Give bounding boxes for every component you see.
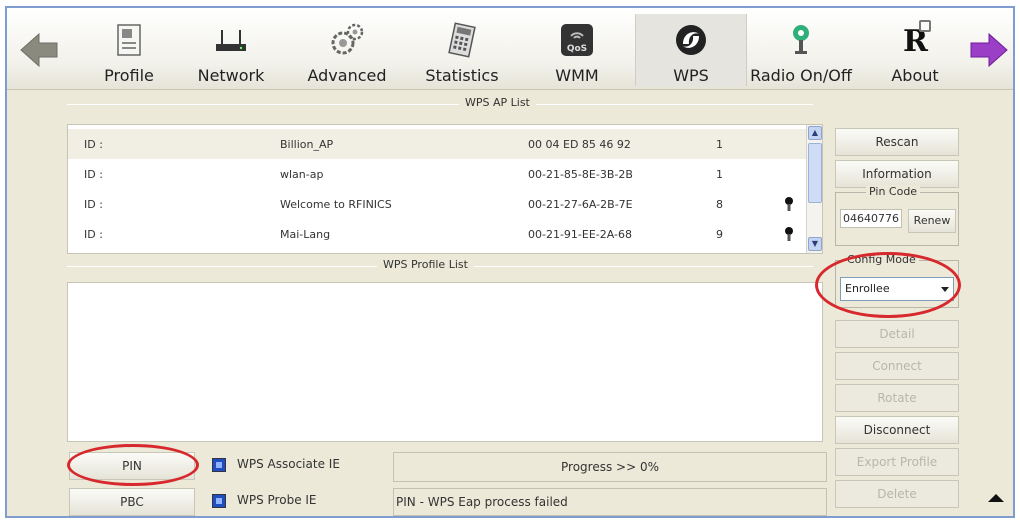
ap-list-group: WPS AP List (57, 96, 813, 112)
profile-list[interactable] (67, 282, 823, 442)
disconnect-button[interactable]: Disconnect (835, 416, 959, 444)
rotate-button[interactable]: Rotate (835, 384, 959, 412)
ap-channel: 9 (716, 228, 723, 241)
toolbar: Profile Network Advanced Statistics QoS … (7, 8, 1013, 90)
ap-bssid: 00 04 ED 85 46 92 (528, 138, 631, 151)
pbc-button[interactable]: PBC (69, 488, 195, 516)
tab-profile-label: Profile (104, 66, 154, 85)
ap-row[interactable]: ID : Mai-Lang 00-21-91-EE-2A-68 9 (68, 219, 806, 249)
ap-ssid: Mai-Lang (280, 228, 331, 241)
ap-bssid: 00-21-85-8E-3B-2B (528, 168, 633, 181)
tab-wps-label: WPS (673, 66, 709, 85)
ap-list-title: WPS AP List (459, 96, 536, 109)
caret-up-icon (988, 494, 1004, 502)
ap-ssid: Billion_AP (280, 138, 334, 151)
config-mode-highlight (815, 252, 961, 318)
tab-wmm-label: WMM (555, 66, 599, 85)
renew-button[interactable]: Renew (908, 209, 956, 233)
delete-button[interactable]: Delete (835, 480, 959, 508)
ap-id: ID : (84, 168, 103, 181)
profile-icon (117, 24, 141, 56)
scroll-down-button[interactable]: ▼ (808, 237, 822, 251)
wps-panel: WPS AP List ID : Billion_AP 00 04 ED 85 … (57, 92, 963, 516)
tab-wmm[interactable]: QoS WMM (529, 14, 625, 86)
forward-arrow-icon[interactable] (969, 30, 1009, 70)
ap-list[interactable]: ID : Billion_AP 00 04 ED 85 46 92 1 ID :… (67, 124, 823, 254)
lock-icon (785, 227, 793, 241)
advanced-icon (331, 23, 364, 55)
status-field: PIN - WPS Eap process failed (393, 488, 827, 516)
lock-icon (785, 197, 793, 211)
profile-list-group: WPS Profile List (57, 258, 813, 274)
tab-statistics-label: Statistics (425, 66, 499, 85)
radio-icon (793, 25, 809, 54)
ap-bssid: 00-21-27-6A-2B-7E (528, 198, 633, 211)
ap-ssid: Welcome to RFINICS (280, 198, 392, 211)
tab-advanced[interactable]: Advanced (295, 14, 399, 86)
app-window: Profile Network Advanced Statistics QoS … (5, 6, 1015, 518)
network-icon (216, 30, 246, 51)
wps-probe-ie-label: WPS Probe IE (237, 493, 317, 507)
connect-button[interactable]: Connect (835, 352, 959, 380)
ap-ssid: wlan-ap (280, 168, 324, 181)
profile-list-title: WPS Profile List (377, 258, 474, 271)
back-arrow-icon[interactable] (19, 30, 59, 70)
wps-associate-ie-checkbox[interactable] (212, 458, 226, 472)
progress-field: Progress >> 0% (393, 452, 827, 482)
tab-advanced-label: Advanced (307, 66, 387, 85)
tab-statistics[interactable]: Statistics (411, 14, 513, 86)
pin-code-group: Pin Code 04640776 Renew (835, 185, 959, 246)
ap-channel: 8 (716, 198, 723, 211)
about-icon: R (901, 20, 937, 60)
tab-about[interactable]: R About (871, 14, 959, 86)
tab-wps[interactable]: WPS (635, 14, 747, 86)
ap-id: ID : (84, 198, 103, 211)
export-profile-button[interactable]: Export Profile (835, 448, 959, 476)
tab-radio[interactable]: Radio On/Off (743, 14, 859, 86)
wmm-icon: QoS (561, 24, 593, 56)
statistics-icon (448, 22, 476, 58)
wps-associate-ie-label: WPS Associate IE (237, 457, 340, 471)
tab-network[interactable]: Network (183, 14, 279, 86)
svg-text:QoS: QoS (567, 44, 587, 54)
wps-icon (676, 25, 706, 55)
information-button[interactable]: Information (835, 160, 959, 188)
ap-channel: 1 (716, 168, 723, 181)
tab-network-label: Network (197, 66, 265, 85)
tab-radio-label: Radio On/Off (750, 66, 852, 85)
ap-id: ID : (84, 228, 103, 241)
pin-code-label: Pin Code (866, 185, 921, 198)
tab-profile[interactable]: Profile (81, 14, 177, 86)
rescan-button[interactable]: Rescan (835, 128, 959, 156)
ap-row[interactable]: ID : Welcome to RFINICS 00-21-27-6A-2B-7… (68, 189, 806, 219)
ap-row[interactable]: ID : Billion_AP 00 04 ED 85 46 92 1 (68, 129, 806, 159)
detail-button[interactable]: Detail (835, 320, 959, 348)
ap-bssid: 00-21-91-EE-2A-68 (528, 228, 633, 241)
pin-code-value: 04640776 (840, 209, 902, 228)
ap-row[interactable]: ID : wlan-ap 00-21-85-8E-3B-2B 1 (68, 159, 806, 189)
ap-list-scrollbar[interactable]: ▲ ▼ (806, 125, 822, 253)
scroll-thumb[interactable] (808, 143, 822, 203)
wps-probe-ie-checkbox[interactable] (212, 494, 226, 508)
ap-id: ID : (84, 138, 103, 151)
scroll-up-button[interactable]: ▲ (808, 126, 822, 140)
tab-about-label: About (891, 66, 939, 85)
pin-highlight (67, 444, 199, 486)
ap-channel: 1 (716, 138, 723, 151)
